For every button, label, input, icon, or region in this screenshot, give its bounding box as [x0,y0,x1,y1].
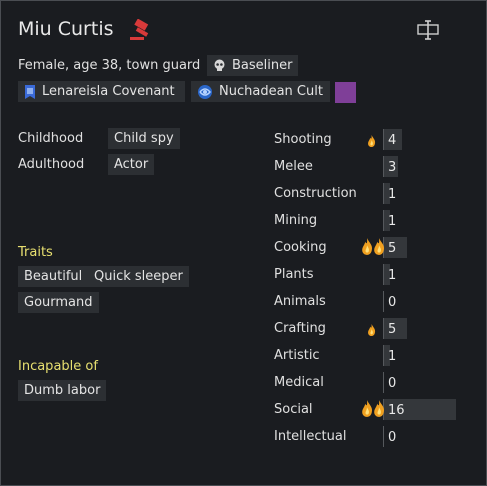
skill-level: 0 [388,430,397,445]
ideoligion-icon [198,84,212,99]
adulthood-chip[interactable]: Actor [108,154,155,175]
skill-level: 0 [388,295,397,310]
ideoligion-label: Nuchadean Cult [219,84,323,99]
skill-name: Intellectual [274,429,347,444]
skill-level: 5 [388,241,397,256]
major-passion-icon [361,237,385,260]
minor-passion-icon [367,132,376,151]
skill-name: Social [274,402,313,417]
xenotype-label: Baseliner [232,58,293,73]
skill-name: Medical [274,375,324,390]
skill-name: Cooking [274,240,327,255]
incapable-chip[interactable]: Dumb labor [18,380,107,401]
skill-level: 0 [388,376,397,391]
skill-bar-track [383,426,384,447]
childhood-label: Childhood [18,131,84,146]
skill-bar-track [383,372,384,393]
rename-icon[interactable] [416,19,442,41]
traits-heading: Traits [18,245,53,260]
skill-name: Plants [274,267,314,282]
ideoligion-color-swatch [335,82,356,103]
skill-name: Construction [274,186,357,201]
pawn-name: Miu Curtis [18,18,114,40]
ideoligion-chip[interactable]: Nuchadean Cult [191,81,330,102]
adulthood-label: Adulthood [18,157,85,172]
faction-chip[interactable]: Lenareisla Covenant [18,81,185,102]
skill-name: Mining [274,213,318,228]
trait-chip[interactable]: Beautiful [18,266,89,287]
minor-passion-icon [367,321,376,340]
pawn-description: Female, age 38, town guard [18,58,201,73]
skill-level: 1 [388,349,397,364]
skill-bar-track [383,291,384,312]
skill-name: Shooting [274,132,332,147]
character-card: Miu Curtis Female, age 38, town guard Ba… [0,0,487,486]
xenotype-chip[interactable]: Baseliner [207,55,299,76]
skill-level: 1 [388,214,397,229]
skill-name: Artistic [274,348,320,363]
skill-level: 1 [388,187,397,202]
skull-icon [214,59,225,71]
major-passion-icon [361,399,385,422]
gavel-icon[interactable] [127,19,157,43]
skill-level: 1 [388,268,397,283]
skill-level: 16 [388,403,405,418]
skill-name: Animals [274,294,326,309]
faction-banner-icon [25,84,35,99]
skill-level: 3 [388,160,397,175]
skill-name: Melee [274,159,313,174]
skill-level: 4 [388,133,397,148]
faction-label: Lenareisla Covenant [42,84,175,99]
trait-chip[interactable]: Gourmand [18,292,99,313]
skill-level: 5 [388,322,397,337]
incapable-heading: Incapable of [18,359,98,374]
childhood-chip[interactable]: Child spy [108,128,180,149]
trait-chip[interactable]: Quick sleeper [88,266,189,287]
skill-name: Crafting [274,321,326,336]
